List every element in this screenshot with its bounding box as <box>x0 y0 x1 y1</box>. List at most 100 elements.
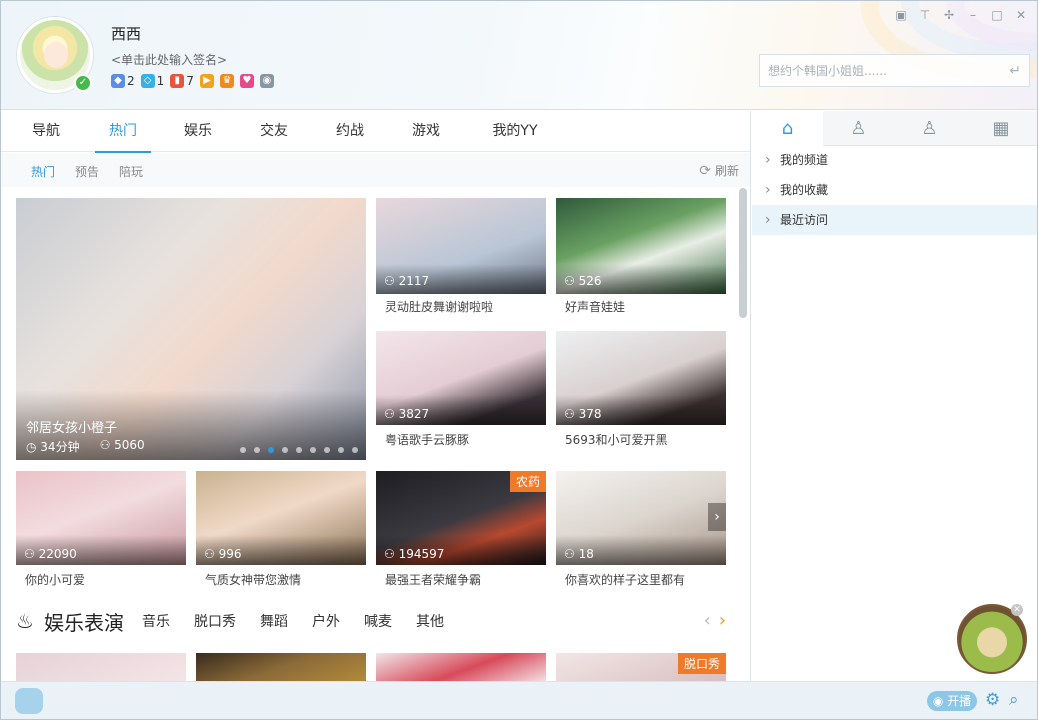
stream-card[interactable]: ⚇ 526 好声音娃娃 <box>556 198 726 318</box>
category-tag: 农药 <box>509 471 546 492</box>
avatar[interactable]: ✓ <box>17 17 93 93</box>
person-icon[interactable]: ♙ <box>823 111 894 146</box>
stream-card[interactable]: ⚇ 18 你喜欢的样子这里都有 <box>556 471 726 591</box>
avatar-face <box>44 42 68 68</box>
carousel-dot[interactable] <box>310 447 316 453</box>
search-icon[interactable]: ⌕ <box>1009 690 1019 710</box>
viewer-count: ⚇ 2117 <box>384 274 430 288</box>
section-link-music[interactable]: 音乐 <box>142 611 170 631</box>
stream-thumbnail <box>16 653 186 681</box>
stream-card[interactable]: 农药 ⚇ 194597 最强王者荣耀争霸 <box>376 471 546 591</box>
stream-card[interactable]: ⚇ 22090 你的小可爱 <box>16 471 186 591</box>
stream-card[interactable]: ⚇ 378 5693和小可爱开黑 <box>556 331 726 451</box>
person-icon: ⚇ <box>564 547 579 561</box>
tab-social[interactable]: 交友 <box>246 111 302 152</box>
apps-icon[interactable]: ▦ <box>965 111 1037 146</box>
stream-card[interactable] <box>16 653 186 681</box>
entertainment-section-header: ♨ 娱乐表演 音乐 脱口秀 舞蹈 户外 喊麦 其他 ‹ › <box>16 606 736 636</box>
eye-icon: ◉ <box>259 74 274 88</box>
stream-card[interactable]: ⚇ 2117 灵动肚皮舞谢谢啦啦 <box>376 198 546 318</box>
stream-thumbnail <box>196 653 366 681</box>
carousel-dot[interactable] <box>352 447 358 453</box>
carousel-dot[interactable] <box>296 447 302 453</box>
sidebar-item-my-channels[interactable]: 我的频道 <box>752 145 1037 175</box>
tab-nav[interactable]: 导航 <box>18 111 74 152</box>
badge-level[interactable]: ▮ 7 <box>170 74 194 88</box>
badge-eye[interactable]: ◉ <box>259 74 274 88</box>
pin-icon[interactable]: ✢ <box>941 7 957 23</box>
carousel-dot[interactable] <box>282 447 288 453</box>
viewer-count: ⚇ 194597 <box>384 547 445 561</box>
minimize-icon[interactable]: – <box>965 7 981 23</box>
close-icon[interactable]: ✕ <box>1011 604 1023 616</box>
tab-battle[interactable]: 约战 <box>322 111 378 152</box>
carousel-dot[interactable] <box>240 447 246 453</box>
person-icon: ⚇ <box>384 274 399 288</box>
enter-icon[interactable]: ↵ <box>1009 63 1021 79</box>
carousel-dot[interactable] <box>254 447 260 453</box>
subtab-companion[interactable]: 陪玩 <box>119 163 143 180</box>
next-arrow-icon[interactable]: › <box>719 610 726 631</box>
gamepad-icon: ◆ <box>111 74 125 88</box>
sidebar-item-recent[interactable]: 最近访问 <box>752 205 1037 235</box>
badge-heart[interactable]: ♥ <box>239 74 254 88</box>
tab-games[interactable]: 游戏 <box>398 111 454 152</box>
section-link-shout[interactable]: 喊麦 <box>364 611 392 631</box>
badge-video[interactable]: ▶ <box>199 74 214 88</box>
section-link-other[interactable]: 其他 <box>416 611 444 631</box>
stream-card[interactable] <box>376 653 546 681</box>
shirt-icon[interactable]: ⊤ <box>917 7 933 23</box>
badge-diamond[interactable]: ◇ 1 <box>140 74 164 88</box>
stream-card[interactable]: ⚇ 996 气质女神带您激情 <box>196 471 366 591</box>
tab-my-yy[interactable]: 我的YY <box>473 111 557 152</box>
maximize-icon[interactable]: □ <box>989 7 1005 23</box>
profile-header: ✓ 西西 <单击此处输入签名> ◆ 2 ◇ 1 ▮ 7 ▶ ♛ ♥ ◉ ▣ ⊤ … <box>1 1 1037 110</box>
scrollbar[interactable] <box>739 188 747 318</box>
section-link-dance[interactable]: 舞蹈 <box>260 611 288 631</box>
search-input[interactable] <box>768 63 1010 78</box>
section-link-outdoor[interactable]: 户外 <box>312 611 340 631</box>
section-title: 娱乐表演 <box>44 610 124 635</box>
viewer-count: ⚇ 22090 <box>24 547 77 561</box>
viewer-count: ⚇ 378 <box>564 407 602 421</box>
video-icon: ▶ <box>199 74 214 88</box>
tab-hot[interactable]: 热门 <box>95 111 151 153</box>
carousel-dot[interactable] <box>338 447 344 453</box>
badge-gamepad[interactable]: ◆ 2 <box>111 74 135 88</box>
subtab-preview[interactable]: 预告 <box>75 163 99 180</box>
prev-arrow-icon[interactable]: ‹ <box>704 610 711 631</box>
home-icon[interactable]: ⌂ <box>752 111 823 146</box>
badge-crown[interactable]: ♛ <box>219 74 234 88</box>
viewer-count: ⚇ 526 <box>564 274 602 288</box>
signature-input[interactable]: <单击此处输入签名> <box>111 51 227 68</box>
close-icon[interactable]: ✕ <box>1013 7 1029 23</box>
tab-entertainment[interactable]: 娱乐 <box>170 111 226 152</box>
category-tag: 脱口秀 <box>677 653 726 674</box>
gear-icon[interactable]: ⚙ <box>985 690 1000 710</box>
section-link-talkshow[interactable]: 脱口秀 <box>194 611 236 631</box>
person-icon: ⚇ <box>384 547 399 561</box>
status-bar: ◉ 开播 ⚙ ⌕ <box>1 681 1037 719</box>
crown-icon: ♛ <box>219 74 234 88</box>
stream-title: 灵动肚皮舞谢谢啦啦 <box>385 300 494 314</box>
stream-card[interactable]: 脱口秀 <box>556 653 726 681</box>
go-live-button[interactable]: ◉ 开播 <box>927 691 977 711</box>
viewer-count: ⚇ 18 <box>564 547 594 561</box>
friends-icon[interactable]: ♙ <box>894 111 965 146</box>
mascot-icon[interactable] <box>15 688 43 714</box>
stream-card[interactable] <box>196 653 366 681</box>
username: 西西 <box>111 25 142 43</box>
clock-icon: ◷ <box>26 440 41 454</box>
stream-title: 你喜欢的样子这里都有 <box>565 573 686 587</box>
refresh-icon: ⟳ <box>699 162 711 179</box>
skin-icon[interactable]: ▣ <box>893 7 909 23</box>
subtab-hot[interactable]: 热门 <box>31 163 55 180</box>
next-page-button[interactable]: › <box>708 503 726 531</box>
stream-card[interactable]: ⚇ 3827 粤语歌手云豚豚 <box>376 331 546 451</box>
carousel-dot[interactable] <box>268 447 274 453</box>
person-icon: ⚇ <box>564 274 579 288</box>
refresh-button[interactable]: ⟳ 刷新 <box>699 162 739 179</box>
carousel-dot[interactable] <box>324 447 330 453</box>
featured-stream[interactable]: 邻居女孩小橙子 ◷ 34分钟 ⚇ 5060 <box>16 198 366 460</box>
sidebar-item-favorites[interactable]: 我的收藏 <box>752 175 1037 205</box>
